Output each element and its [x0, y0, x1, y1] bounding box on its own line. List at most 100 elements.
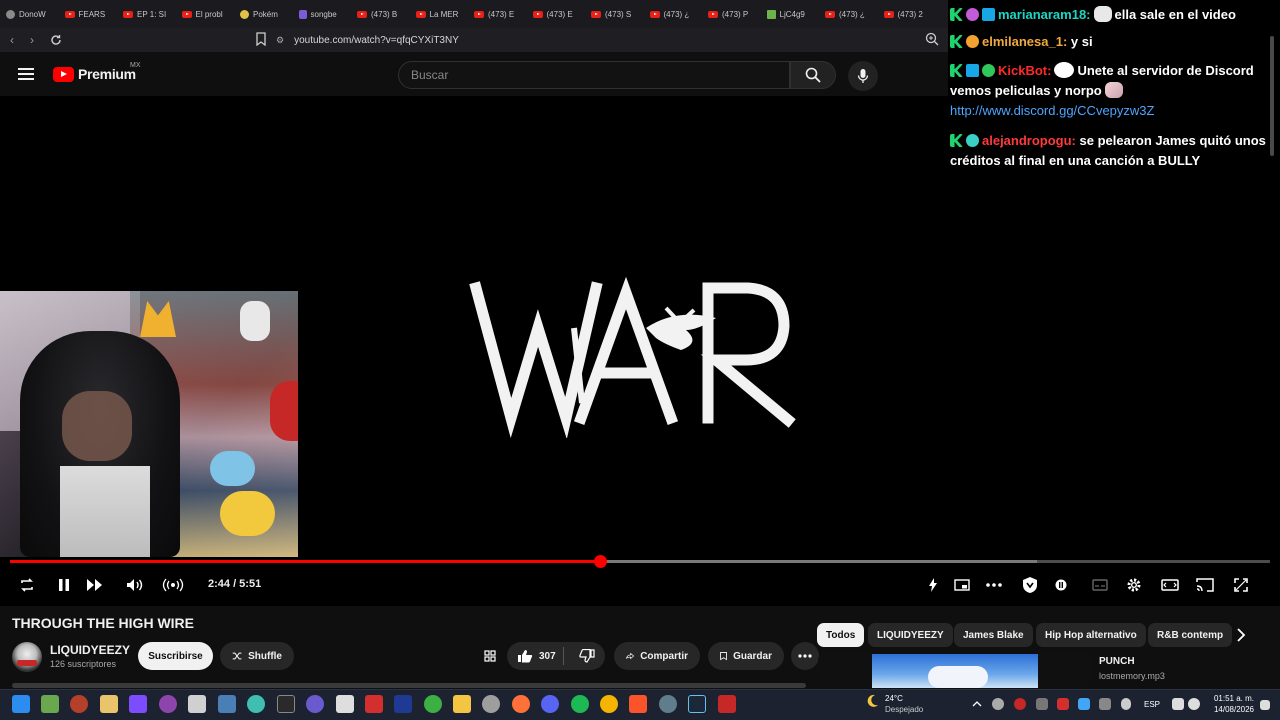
folder-icon[interactable]: [100, 695, 118, 713]
chat-scrollbar[interactable]: [1270, 36, 1274, 156]
clock-date[interactable]: 14/08/2026: [1210, 705, 1254, 714]
browser-tab[interactable]: (473) ¿: [819, 0, 878, 28]
volume-button[interactable]: [124, 574, 146, 596]
app-icon[interactable]: [70, 695, 88, 713]
tray-icon[interactable]: [1057, 698, 1069, 710]
reload-icon[interactable]: [46, 30, 66, 50]
valorant-icon[interactable]: [188, 695, 206, 713]
photoshop-icon[interactable]: [394, 695, 412, 713]
windows-start-icon[interactable]: [12, 695, 30, 713]
suggestion-thumbnail[interactable]: [818, 654, 1090, 688]
steam-icon[interactable]: [688, 695, 706, 713]
chip-liquidyeezy[interactable]: LIQUIDYEEZY: [868, 623, 953, 647]
zoom-icon[interactable]: [924, 31, 940, 47]
brave-icon[interactable]: [629, 695, 647, 713]
theater-mode-icon[interactable]: [1160, 574, 1180, 596]
scrubber-handle[interactable]: [593, 555, 607, 568]
spotify-icon[interactable]: [571, 695, 589, 713]
globe-icon[interactable]: [247, 695, 265, 713]
suggestion-title[interactable]: PUNCH: [1099, 656, 1135, 667]
minecraft-icon[interactable]: [41, 695, 59, 713]
speaker-icon[interactable]: [1188, 698, 1200, 710]
firefox-icon[interactable]: [512, 695, 530, 713]
miniplayer-icon[interactable]: [952, 574, 972, 596]
browser-tab[interactable]: (473) P: [702, 0, 761, 28]
app-icon[interactable]: [306, 695, 324, 713]
browser-tab[interactable]: La MER: [410, 0, 469, 28]
subtitles-icon[interactable]: [1090, 574, 1110, 596]
microphone-tray-icon[interactable]: [1121, 698, 1131, 710]
pause-button[interactable]: [54, 574, 74, 596]
chip-todos[interactable]: Todos: [817, 623, 865, 647]
save-button[interactable]: Guardar: [708, 642, 784, 670]
next-button[interactable]: [84, 574, 106, 596]
chrome-icon[interactable]: [600, 695, 618, 713]
more-options-icon[interactable]: [984, 574, 1004, 596]
xbox-icon[interactable]: [424, 695, 442, 713]
progress-bar[interactable]: [10, 555, 1270, 568]
twitch-icon[interactable]: [129, 695, 147, 713]
address-bar[interactable]: ⚙ youtube.com/watch?v=qfqCYXiT3NY: [276, 30, 936, 50]
browser-tab[interactable]: songbe: [293, 0, 352, 28]
search-input[interactable]: Buscar: [398, 61, 790, 89]
chip-rnb[interactable]: R&B contemp: [1148, 623, 1233, 647]
site-info-icon[interactable]: ⚙: [276, 35, 284, 46]
lightning-app-icon[interactable]: [365, 695, 383, 713]
bookmark-icon[interactable]: [256, 32, 266, 46]
tray-icon[interactable]: [1078, 698, 1090, 710]
browser-tab[interactable]: (473) B: [351, 0, 410, 28]
notion-icon[interactable]: [277, 695, 295, 713]
menu-icon[interactable]: [18, 68, 34, 80]
forward-icon[interactable]: ›: [22, 30, 42, 50]
back-icon[interactable]: ‹: [2, 30, 22, 50]
discord-icon[interactable]: [541, 695, 559, 713]
extension-toggle-icon[interactable]: [1052, 574, 1070, 596]
grid-icon[interactable]: [484, 650, 496, 662]
browser-tab[interactable]: DonoW: [0, 0, 59, 28]
channel-name[interactable]: LIQUIDYEEZY: [50, 643, 130, 657]
chevron-up-icon[interactable]: [972, 700, 982, 708]
tray-icon[interactable]: [1014, 698, 1026, 710]
language-indicator[interactable]: ESP: [1144, 700, 1160, 709]
tray-icon[interactable]: [1099, 698, 1111, 710]
chip-james-blake[interactable]: James Blake: [954, 623, 1033, 647]
obs-icon[interactable]: [159, 695, 177, 713]
cast-icon[interactable]: [1195, 574, 1215, 596]
settings-icon[interactable]: [1124, 574, 1144, 596]
chevron-right-icon[interactable]: [1234, 627, 1248, 643]
browser-tab[interactable]: (473) E: [468, 0, 527, 28]
notification-icon[interactable]: [1260, 700, 1270, 710]
browser-tab[interactable]: FEARS: [59, 0, 118, 28]
file-explorer-icon[interactable]: [453, 695, 471, 713]
subscribe-button[interactable]: Suscribirse: [138, 642, 213, 670]
loop-icon[interactable]: [16, 574, 38, 596]
tray-icon[interactable]: [992, 698, 1004, 710]
browser-tab[interactable]: (473) E: [527, 0, 586, 28]
channel-avatar[interactable]: [12, 642, 42, 672]
app-icon[interactable]: [218, 695, 236, 713]
share-button[interactable]: Compartir: [614, 642, 700, 670]
shuffle-button[interactable]: Shuffle: [220, 642, 294, 670]
fullscreen-icon[interactable]: [1231, 574, 1251, 596]
shield-extension-icon[interactable]: [1019, 574, 1041, 596]
browser-tab[interactable]: El probl: [176, 0, 235, 28]
like-button[interactable]: 307: [507, 647, 564, 665]
lightning-icon[interactable]: [924, 574, 942, 596]
search-button[interactable]: [790, 61, 836, 89]
browser-tab[interactable]: (473) ¿: [644, 0, 703, 28]
network-icon[interactable]: [1172, 698, 1184, 710]
dislike-button[interactable]: [570, 649, 605, 663]
youtube-logo[interactable]: Premium MX: [53, 62, 141, 82]
browser-tab[interactable]: EP 1: SI: [117, 0, 176, 28]
tray-icon[interactable]: [1036, 698, 1048, 710]
voice-search-button[interactable]: [848, 61, 878, 91]
settings-gear-icon[interactable]: [482, 695, 500, 713]
ambient-mode-button[interactable]: [160, 574, 186, 596]
g-icon[interactable]: [336, 695, 354, 713]
app-icon[interactable]: [659, 695, 677, 713]
chip-hip-hop-alternativo[interactable]: Hip Hop alternativo: [1036, 623, 1146, 647]
browser-tab[interactable]: (473) S: [585, 0, 644, 28]
app-icon[interactable]: [718, 695, 736, 713]
browser-tab[interactable]: Pokém: [234, 0, 293, 28]
more-actions-button[interactable]: [791, 642, 819, 670]
